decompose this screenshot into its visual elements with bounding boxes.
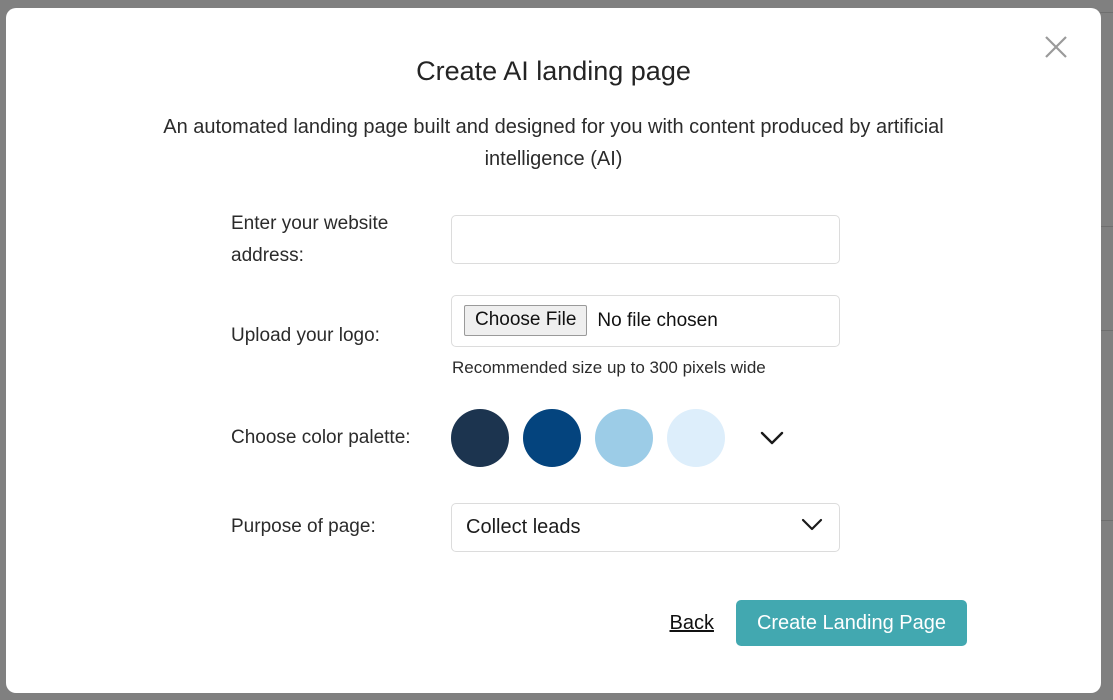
- website-address-label: Enter your website address:: [231, 213, 389, 266]
- choose-file-button[interactable]: Choose File: [464, 304, 588, 337]
- purpose-selected-value: Collect leads: [466, 515, 581, 538]
- color-palette-label: Choose color palette:: [231, 427, 411, 448]
- purpose-row: Purpose of page: Collect leads: [231, 486, 871, 568]
- dialog-subtitle: An automated landing page built and desi…: [163, 116, 944, 170]
- dialog-actions: Back Create Landing Page: [669, 600, 967, 646]
- dialog-title: Create AI landing page: [416, 56, 691, 86]
- upload-logo-row: Upload your logo: Choose File No file ch…: [231, 282, 871, 390]
- purpose-label: Purpose of page:: [231, 516, 376, 537]
- back-link[interactable]: Back: [669, 612, 713, 635]
- landing-page-form: Enter your website address: Upload your …: [231, 196, 871, 568]
- logo-size-hint: Recommended size up to 300 pixels wide: [452, 357, 766, 377]
- create-landing-page-button[interactable]: Create Landing Page: [735, 600, 967, 646]
- swatch-sky-blue[interactable]: [595, 409, 653, 467]
- upload-logo-label: Upload your logo:: [231, 325, 380, 346]
- color-swatch-list: [451, 409, 785, 467]
- palette-chevron-down-icon[interactable]: [759, 430, 785, 446]
- swatch-deep-blue[interactable]: [523, 409, 581, 467]
- color-palette-row: Choose color palette:: [231, 390, 871, 486]
- website-address-row: Enter your website address:: [231, 196, 871, 282]
- swatch-dark-navy[interactable]: [451, 409, 509, 467]
- website-address-input[interactable]: [451, 214, 840, 264]
- file-status-text: No file chosen: [597, 309, 718, 331]
- swatch-pale-blue[interactable]: [667, 409, 725, 467]
- create-ai-landing-page-dialog: Create AI landing page An automated land…: [6, 8, 1101, 693]
- purpose-select[interactable]: Collect leads: [451, 502, 840, 552]
- logo-file-input[interactable]: Choose File No file chosen: [451, 294, 840, 347]
